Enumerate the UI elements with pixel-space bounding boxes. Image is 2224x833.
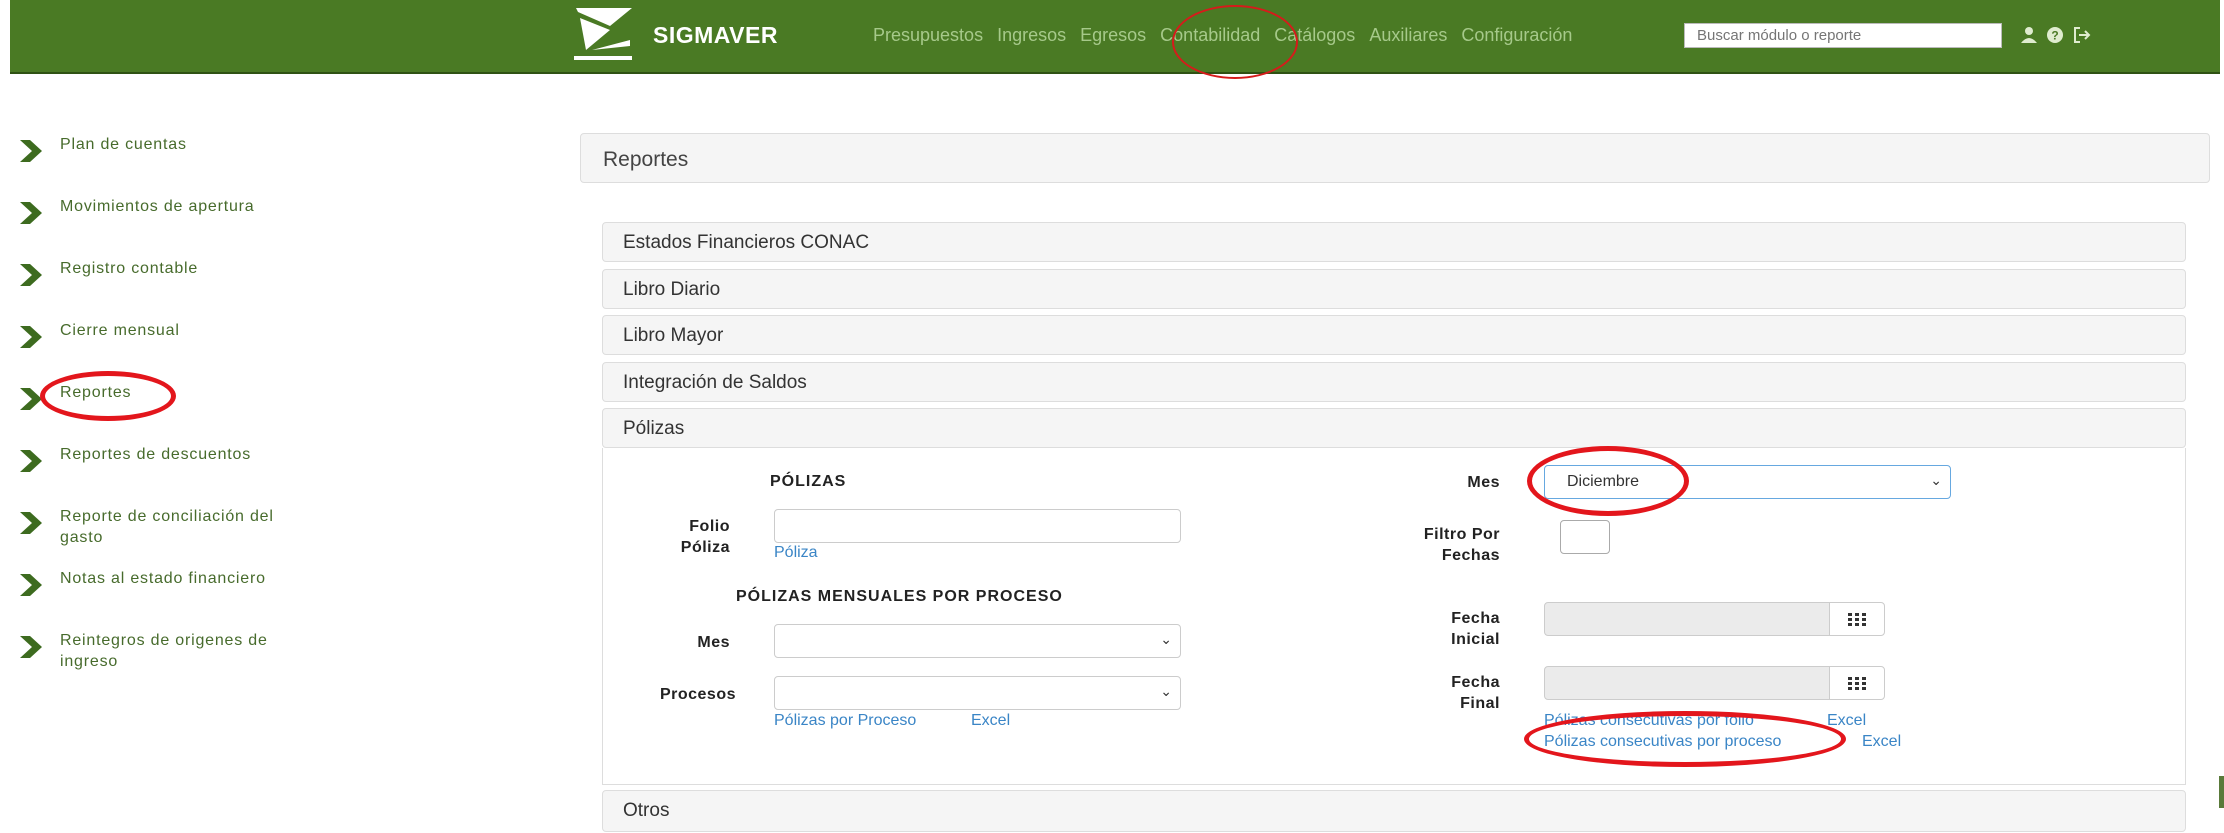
chevron-right-icon — [20, 264, 42, 286]
nav-egresos[interactable]: Egresos — [1080, 25, 1146, 46]
right-mes-label: Mes — [1467, 474, 1500, 491]
fecha-inicial-label: Fecha Inicial — [1451, 610, 1500, 648]
fecha-final-calendar-button[interactable] — [1829, 666, 1885, 700]
sidebar-item-registro-contable[interactable]: Registro contable — [18, 258, 320, 288]
sidebar-item-notas-estado-financiero[interactable]: Notas al estado financiero — [18, 568, 320, 598]
section-title: Libro Mayor — [623, 325, 724, 346]
sidebar-item-reportes-descuentos[interactable]: Reportes de descuentos — [18, 444, 320, 474]
chevron-right-icon — [20, 140, 42, 162]
section-title: Integración de Saldos — [623, 372, 807, 393]
page-title: Reportes — [603, 148, 689, 171]
calendar-icon — [1848, 613, 1866, 626]
highlight-consecutivas-proceso — [1524, 711, 1846, 767]
highlight-reportes — [40, 371, 176, 421]
highlight-contabilidad — [1172, 5, 1298, 79]
chevron-right-icon — [20, 202, 42, 224]
top-navbar: SIGMAVER Presupuestos Ingresos Egresos C… — [10, 0, 2220, 74]
mes-label: Mes — [697, 634, 730, 651]
brand-name[interactable]: SIGMAVER — [653, 22, 778, 49]
filtro-por-fechas-label: Filtro Por Fechas — [1423, 526, 1500, 564]
excel-link-consecutivas-proceso[interactable]: Excel — [1862, 733, 1901, 751]
procesos-label: Procesos — [659, 686, 736, 703]
chevron-right-icon — [20, 636, 42, 658]
mes-select[interactable]: ⌄ — [774, 624, 1181, 658]
chevron-down-icon: ⌄ — [1160, 683, 1172, 699]
header-icons: ? — [2020, 26, 2092, 44]
search-input[interactable] — [1684, 23, 2002, 48]
filtro-por-fechas-checkbox[interactable] — [1560, 520, 1610, 554]
user-icon[interactable] — [2020, 26, 2038, 44]
sidebar-item-label: Movimientos de apertura — [60, 198, 255, 215]
polizas-heading: PÓLIZAS — [770, 473, 847, 490]
section-title: Pólizas — [623, 418, 685, 439]
section-polizas[interactable]: Pólizas — [602, 408, 2186, 448]
help-icon[interactable]: ? — [2046, 26, 2064, 44]
nav-configuracion[interactable]: Configuración — [1461, 25, 1572, 46]
sidebar-item-label: Notas al estado financiero — [60, 570, 266, 587]
sidebar-item-label: Registro contable — [60, 260, 199, 277]
section-integracion-saldos[interactable]: Integración de Saldos — [602, 362, 2186, 402]
folio-poliza-input[interactable] — [774, 509, 1181, 543]
logout-icon[interactable] — [2072, 26, 2092, 44]
calendar-icon — [1848, 677, 1866, 690]
sidebar-item-conciliacion-gasto[interactable]: Reporte de conciliación del gasto — [18, 506, 290, 548]
nav-presupuestos[interactable]: Presupuestos — [873, 25, 983, 46]
sidebar-item-label: Plan de cuentas — [60, 136, 187, 153]
highlight-mes-diciembre — [1527, 446, 1689, 516]
section-otros[interactable]: Otros — [602, 790, 2186, 832]
section-estados-financieros[interactable]: Estados Financieros CONAC — [602, 222, 2186, 262]
sidebar-item-label: Reintegros de origenes de ingreso — [60, 632, 268, 670]
sidebar-item-label: Reporte de conciliación del gasto — [60, 508, 274, 546]
nav-ingresos[interactable]: Ingresos — [997, 25, 1066, 46]
sidebar-item-label: Cierre mensual — [60, 322, 180, 339]
scroll-edge-marker — [2219, 776, 2224, 808]
chevron-down-icon: ⌄ — [1930, 472, 1942, 488]
section-title: Otros — [623, 800, 670, 821]
section-title: Libro Diario — [623, 279, 721, 300]
section-libro-diario[interactable]: Libro Diario — [602, 269, 2186, 309]
folio-poliza-label: Folio Póliza — [680, 518, 730, 556]
section-title: Estados Financieros CONAC — [623, 232, 870, 253]
excel-link-proceso[interactable]: Excel — [971, 712, 1010, 730]
section-libro-mayor[interactable]: Libro Mayor — [602, 315, 2186, 355]
poliza-link[interactable]: Póliza — [774, 544, 818, 562]
chevron-right-icon — [20, 450, 42, 472]
sidebar-item-cierre-mensual[interactable]: Cierre mensual — [18, 320, 320, 350]
mensuales-heading: PÓLIZAS MENSUALES POR PROCESO — [736, 588, 1063, 605]
fecha-inicial-input[interactable] — [1544, 602, 1830, 636]
sidebar-item-label: Reportes de descuentos — [60, 446, 252, 463]
fecha-final-label: Fecha Final — [1451, 674, 1500, 712]
fecha-final-input[interactable] — [1544, 666, 1830, 700]
page-title-panel: Reportes — [580, 133, 2210, 183]
sidebar-item-plan-de-cuentas[interactable]: Plan de cuentas — [18, 134, 320, 164]
chevron-right-icon — [20, 326, 42, 348]
sidebar-item-reintegros[interactable]: Reintegros de origenes de ingreso — [18, 630, 320, 672]
procesos-select[interactable]: ⌄ — [774, 676, 1181, 710]
sigmaver-logo-icon — [574, 8, 632, 60]
chevron-right-icon — [20, 574, 42, 596]
sidebar-item-movimientos-apertura[interactable]: Movimientos de apertura — [18, 196, 320, 226]
chevron-down-icon: ⌄ — [1160, 631, 1172, 647]
polizas-por-proceso-link[interactable]: Pólizas por Proceso — [774, 712, 916, 730]
svg-text:?: ? — [2051, 29, 2058, 43]
nav-auxiliares[interactable]: Auxiliares — [1369, 25, 1447, 46]
chevron-right-icon — [20, 512, 42, 534]
fecha-inicial-calendar-button[interactable] — [1829, 602, 1885, 636]
